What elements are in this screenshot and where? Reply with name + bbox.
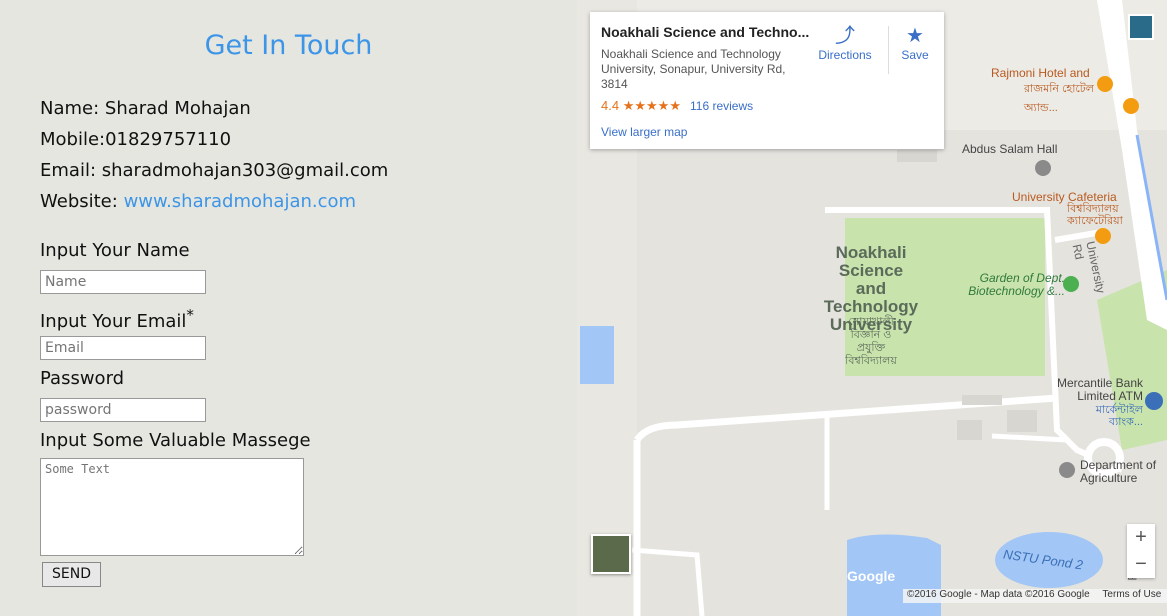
send-button[interactable]: SEND [42, 562, 101, 587]
message-textarea[interactable] [40, 458, 304, 556]
place-card: Noakhali Science and Techno... Noakhali … [590, 12, 944, 149]
website-label: Website: [40, 191, 118, 212]
star-icon: ★ [906, 25, 924, 47]
map-footer: ©2016 Google - Map data ©2016 Google Ter… [903, 589, 1167, 603]
save-button[interactable]: ★ Save [890, 24, 940, 62]
rating-stars: ★★★★★ [622, 98, 681, 113]
password-label: Password [40, 368, 125, 389]
email-label-text: Input Your Email [40, 311, 187, 332]
contact-panel: Get In Touch Name: Sharad Mohajan Mobile… [0, 0, 577, 616]
map-label-mercantile-bn: মার্কেন্টাইল ব্যাংক... [1095, 404, 1143, 428]
map-label-cafeteria: University Cafeteria [1012, 190, 1117, 204]
zoom-control: + − [1127, 524, 1155, 578]
view-larger-map-link[interactable]: View larger map [601, 125, 687, 139]
school-icon[interactable] [1059, 462, 1075, 478]
map-label-rajmoni-bn: রাজমনি হোটেল অ্যান্ড... [1024, 83, 1095, 114]
garden-icon[interactable] [1063, 276, 1079, 292]
directions-label: Directions [818, 48, 872, 62]
map-attribution: ©2016 Google - Map data ©2016 Google [907, 589, 1090, 600]
cafeteria-icon[interactable] [1095, 228, 1111, 244]
name-input[interactable] [40, 270, 206, 294]
page-title: Get In Touch [204, 30, 373, 61]
rating-value: 4.4 [601, 98, 620, 113]
website-link[interactable]: www.sharadmohajan.com [124, 191, 357, 212]
message-label: Input Some Valuable Massege [40, 430, 311, 451]
name-label: Input Your Name [40, 240, 190, 261]
cafe-icon[interactable] [1123, 98, 1139, 114]
directions-icon: ⤴ [835, 25, 855, 47]
place-name: Noakhali Science and Techno... [601, 24, 810, 40]
google-logo: Google [847, 568, 896, 584]
password-input[interactable] [40, 398, 206, 422]
place-address: Noakhali Science and Technology Universi… [601, 47, 786, 91]
restaurant-icon[interactable] [1097, 76, 1113, 92]
map-label-abdus: Abdus Salam Hall [962, 142, 1058, 156]
contact-email: Email: sharadmohajan303@gmail.com [40, 160, 389, 181]
email-input[interactable] [40, 336, 206, 360]
map-label-agriculture: Department of Agriculture [1080, 458, 1157, 485]
zoom-in-button[interactable]: + [1127, 524, 1155, 551]
contact-name: Name: Sharad Mohajan [40, 98, 251, 119]
hall-icon[interactable] [1035, 160, 1051, 176]
required-asterisk: * [186, 306, 194, 324]
terms-link[interactable]: Terms of Use [1092, 589, 1161, 600]
place-rating: 4.4 ★★★★★ [601, 98, 681, 114]
email-label: Input Your Email* [40, 306, 194, 332]
user-avatar[interactable] [1128, 14, 1154, 40]
save-label: Save [901, 48, 929, 62]
zoom-out-button[interactable]: − [1127, 551, 1155, 578]
map-label-cafeteria-bn: বিশ্ববিদ্যালয় ক্যাফেটেরিয়া [1067, 203, 1123, 227]
map-label-rajmoni: Rajmoni Hotel and [991, 66, 1090, 80]
card-divider [888, 26, 889, 74]
reviews-link[interactable]: 116 reviews [690, 99, 753, 113]
satellite-toggle[interactable] [591, 534, 631, 574]
atm-icon[interactable] [1145, 392, 1163, 410]
map-label-university-bn: নোয়াখালী বিজ্ঞান ও প্রযুক্তি বিশ্ববিদ্য… [845, 316, 897, 367]
contact-website: Website: www.sharadmohajan.com [40, 191, 356, 212]
map-label-mercantile: Mercantile Bank Limited ATM [1056, 376, 1143, 403]
map-label-garden: Garden of Dept. Biotechnology &... [968, 271, 1065, 298]
directions-button[interactable]: ⤴ Directions [812, 24, 878, 62]
contact-mobile: Mobile:01829757110 [40, 129, 232, 150]
